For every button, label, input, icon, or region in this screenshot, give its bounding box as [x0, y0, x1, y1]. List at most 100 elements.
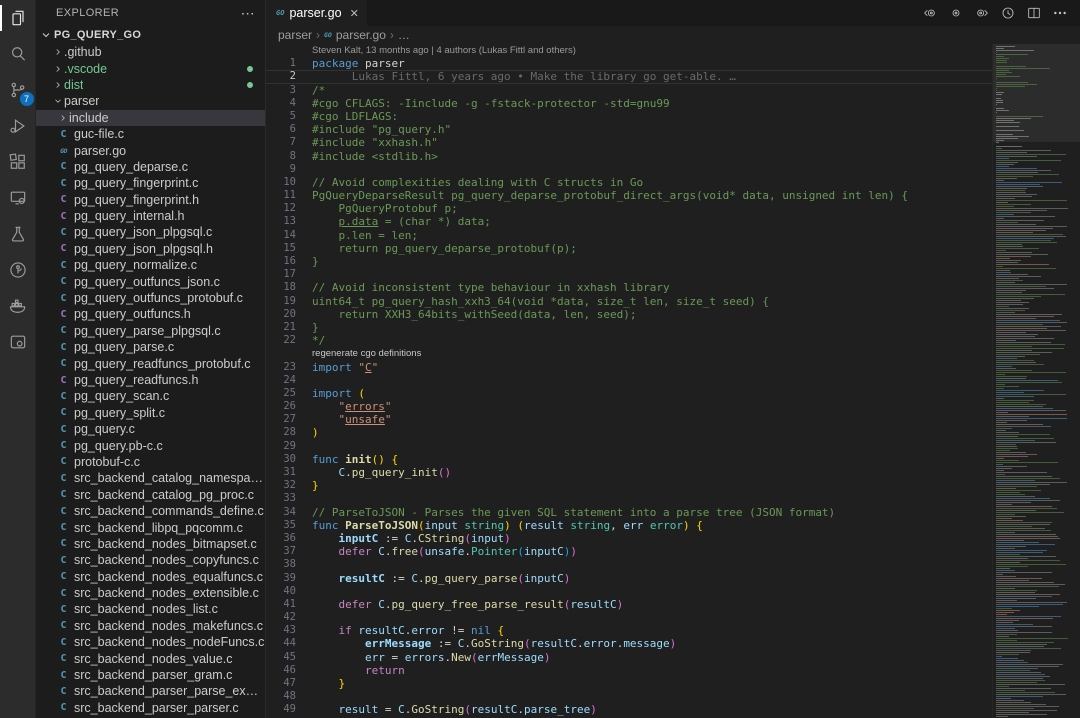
- code-line-47[interactable]: 47 }: [266, 677, 992, 690]
- tree-file-pg_query_json_plpgsql.h[interactable]: Cpg_query_json_plpgsql.h: [36, 241, 265, 257]
- code-line-12[interactable]: 12 PgQueryProtobuf p;: [266, 202, 992, 215]
- code-line-15[interactable]: 15 return pg_query_deparse_protobuf(p);: [266, 242, 992, 255]
- explorer-icon[interactable]: [0, 0, 36, 36]
- code-line-3[interactable]: 3/*: [266, 84, 992, 97]
- code-line-22[interactable]: 22*/: [266, 334, 992, 347]
- code-line-9[interactable]: 9: [266, 163, 992, 176]
- tree-file-src_backend_nodes_extensible.c[interactable]: Csrc_backend_nodes_extensible.c: [36, 585, 265, 601]
- code-line-42[interactable]: 42: [266, 611, 992, 624]
- code-line-28[interactable]: 28): [266, 426, 992, 439]
- tree-file-src_backend_nodes_list.c[interactable]: Csrc_backend_nodes_list.c: [36, 601, 265, 617]
- tree-file-pg_query_parse_plpgsql.c[interactable]: Cpg_query_parse_plpgsql.c: [36, 323, 265, 339]
- tree-file-src_backend_nodes_nodeFuncs.c[interactable]: Csrc_backend_nodes_nodeFuncs.c: [36, 634, 265, 650]
- tab-parser-go[interactable]: GO parser.go ✕: [266, 0, 368, 26]
- breadcrumb-item-parser[interactable]: parser: [278, 28, 312, 42]
- tree-file-pg_query_split.c[interactable]: Cpg_query_split.c: [36, 405, 265, 421]
- code-line-43[interactable]: 43 if resultC.error != nil {: [266, 624, 992, 637]
- tree-file-src_backend_nodes_bitmapset.c[interactable]: Csrc_backend_nodes_bitmapset.c: [36, 536, 265, 552]
- code-line-23[interactable]: 23import "C": [266, 361, 992, 374]
- tree-file-pg_query_normalize.c[interactable]: Cpg_query_normalize.c: [36, 257, 265, 273]
- code-line-44[interactable]: 44 errMessage := C.GoString(resultC.erro…: [266, 637, 992, 650]
- tree-file-src_backend_parser_parser.c[interactable]: Csrc_backend_parser_parser.c: [36, 700, 265, 716]
- code-line-34[interactable]: 34// ParseToJSON - Parses the given SQL …: [266, 506, 992, 519]
- codelens-annotation[interactable]: regenerate cgo definitions: [266, 347, 992, 360]
- extensions-icon[interactable]: [0, 144, 36, 180]
- tree-file-guc-file.c[interactable]: Cguc-file.c: [36, 126, 265, 142]
- tree-file-pg_query_readfuncs_protobuf.c[interactable]: Cpg_query_readfuncs_protobuf.c: [36, 355, 265, 371]
- code-line-32[interactable]: 32}: [266, 479, 992, 492]
- code-line-46[interactable]: 46 return: [266, 664, 992, 677]
- tree-file-pg_query_fingerprint.c[interactable]: Cpg_query_fingerprint.c: [36, 175, 265, 191]
- code-line-6[interactable]: 6#include "pg_query.h": [266, 123, 992, 136]
- tree-folder-.github[interactable]: .github: [36, 44, 265, 60]
- code-line-29[interactable]: 29: [266, 440, 992, 453]
- code-line-17[interactable]: 17: [266, 268, 992, 281]
- breadcrumb-item-symbol[interactable]: …: [398, 28, 410, 42]
- tree-file-pg_query_json_plpgsql.c[interactable]: Cpg_query_json_plpgsql.c: [36, 224, 265, 240]
- tree-file-src_backend_parser_parse_expr.c[interactable]: Csrc_backend_parser_parse_expr.c: [36, 683, 265, 699]
- code-line-21[interactable]: 21}: [266, 321, 992, 334]
- tree-file-protobuf-c.c[interactable]: Cprotobuf-c.c: [36, 454, 265, 470]
- gitlens-icon[interactable]: [0, 252, 36, 288]
- code-line-5[interactable]: 5#cgo LDFLAGS:: [266, 110, 992, 123]
- run-and-debug-icon[interactable]: [0, 108, 36, 144]
- code-line-36[interactable]: 36 inputC := C.CString(input): [266, 532, 992, 545]
- code-line-38[interactable]: 38: [266, 558, 992, 571]
- code-line-1[interactable]: 1package parser: [266, 57, 992, 70]
- tree-folder-.vscode[interactable]: .vscode: [36, 60, 265, 76]
- code-line-39[interactable]: 39 resultC := C.pg_query_parse(inputC): [266, 572, 992, 585]
- code-line-7[interactable]: 7#include "xxhash.h": [266, 136, 992, 149]
- source-control-icon[interactable]: 7: [0, 72, 36, 108]
- code-line-25[interactable]: 25import (: [266, 387, 992, 400]
- search-icon[interactable]: [0, 36, 36, 72]
- code-line-45[interactable]: 45 err = errors.New(errMessage): [266, 651, 992, 664]
- tree-file-src_backend_nodes_equalfuncs.c[interactable]: Csrc_backend_nodes_equalfuncs.c: [36, 569, 265, 585]
- file-blame-clock-icon[interactable]: [1000, 5, 1016, 21]
- tree-file-pg_query_internal.h[interactable]: Cpg_query_internal.h: [36, 208, 265, 224]
- split-editor-icon[interactable]: [1026, 5, 1042, 21]
- tree-file-src_backend_libpq_pqcomm.c[interactable]: Csrc_backend_libpq_pqcomm.c: [36, 519, 265, 535]
- code-line-2[interactable]: 2 Lukas Fittl, 6 years ago • Make the li…: [266, 70, 992, 83]
- code-line-33[interactable]: 33: [266, 492, 992, 505]
- tree-file-parser.go[interactable]: GOparser.go: [36, 142, 265, 158]
- code-line-4[interactable]: 4#cgo CFLAGS: -Iinclude -g -fstack-prote…: [266, 97, 992, 110]
- tree-file-pg_query_outfuncs_json.c[interactable]: Cpg_query_outfuncs_json.c: [36, 273, 265, 289]
- code-line-18[interactable]: 18// Avoid inconsistent type behaviour i…: [266, 281, 992, 294]
- code-line-14[interactable]: 14 p.len = len;: [266, 229, 992, 242]
- tree-file-src_backend_parser_gram.c[interactable]: Csrc_backend_parser_gram.c: [36, 667, 265, 683]
- code-line-41[interactable]: 41 defer C.pg_query_free_parse_result(re…: [266, 598, 992, 611]
- tab-close-icon[interactable]: ✕: [350, 7, 359, 20]
- current-change-icon[interactable]: [948, 5, 964, 21]
- tree-file-src_backend_nodes_makefuncs.c[interactable]: Csrc_backend_nodes_makefuncs.c: [36, 618, 265, 634]
- code-area[interactable]: Steven Kalt, 13 months ago | 4 authors (…: [266, 44, 992, 718]
- code-line-49[interactable]: 49 result = C.GoString(resultC.parse_tre…: [266, 703, 992, 716]
- tree-file-pg_query.pb-c.c[interactable]: Cpg_query.pb-c.c: [36, 437, 265, 453]
- tree-folder-dist[interactable]: dist: [36, 77, 265, 93]
- docker-icon[interactable]: [0, 288, 36, 324]
- code-line-19[interactable]: 19uint64_t pg_query_hash_xxh3_64(void *d…: [266, 295, 992, 308]
- code-line-40[interactable]: 40: [266, 585, 992, 598]
- code-line-27[interactable]: 27 "unsafe": [266, 413, 992, 426]
- code-line-8[interactable]: 8#include <stdlib.h>: [266, 150, 992, 163]
- tree-file-pg_query_outfuncs_protobuf.c[interactable]: Cpg_query_outfuncs_protobuf.c: [36, 290, 265, 306]
- code-line-48[interactable]: 48: [266, 690, 992, 703]
- minimap[interactable]: [992, 44, 1080, 718]
- code-line-37[interactable]: 37 defer C.free(unsafe.Pointer(inputC)): [266, 545, 992, 558]
- testing-icon[interactable]: [0, 216, 36, 252]
- code-line-24[interactable]: 24: [266, 374, 992, 387]
- tree-file-pg_query_parse.c[interactable]: Cpg_query_parse.c: [36, 339, 265, 355]
- code-line-10[interactable]: 10// Avoid complexities dealing with C s…: [266, 176, 992, 189]
- code-line-13[interactable]: 13 p.data = (char *) data;: [266, 215, 992, 228]
- tree-file-src_backend_catalog_namespace.c[interactable]: Csrc_backend_catalog_namespace.c: [36, 470, 265, 486]
- tree-folder-parser[interactable]: parser: [36, 93, 265, 109]
- tree-file-src_backend_nodes_copyfuncs.c[interactable]: Csrc_backend_nodes_copyfuncs.c: [36, 552, 265, 568]
- previous-change-icon[interactable]: [922, 5, 938, 21]
- code-line-35[interactable]: 35func ParseToJSON(input string) (result…: [266, 519, 992, 532]
- code-line-16[interactable]: 16}: [266, 255, 992, 268]
- git-blame-annotation[interactable]: Steven Kalt, 13 months ago | 4 authors (…: [266, 44, 992, 57]
- tree-folder-include[interactable]: include: [36, 110, 265, 126]
- tree-file-src_backend_catalog_pg_proc.c[interactable]: Csrc_backend_catalog_pg_proc.c: [36, 487, 265, 503]
- code-line-26[interactable]: 26 "errors": [266, 400, 992, 413]
- code-line-30[interactable]: 30func init() {: [266, 453, 992, 466]
- tree-file-pg_query_readfuncs.h[interactable]: Cpg_query_readfuncs.h: [36, 372, 265, 388]
